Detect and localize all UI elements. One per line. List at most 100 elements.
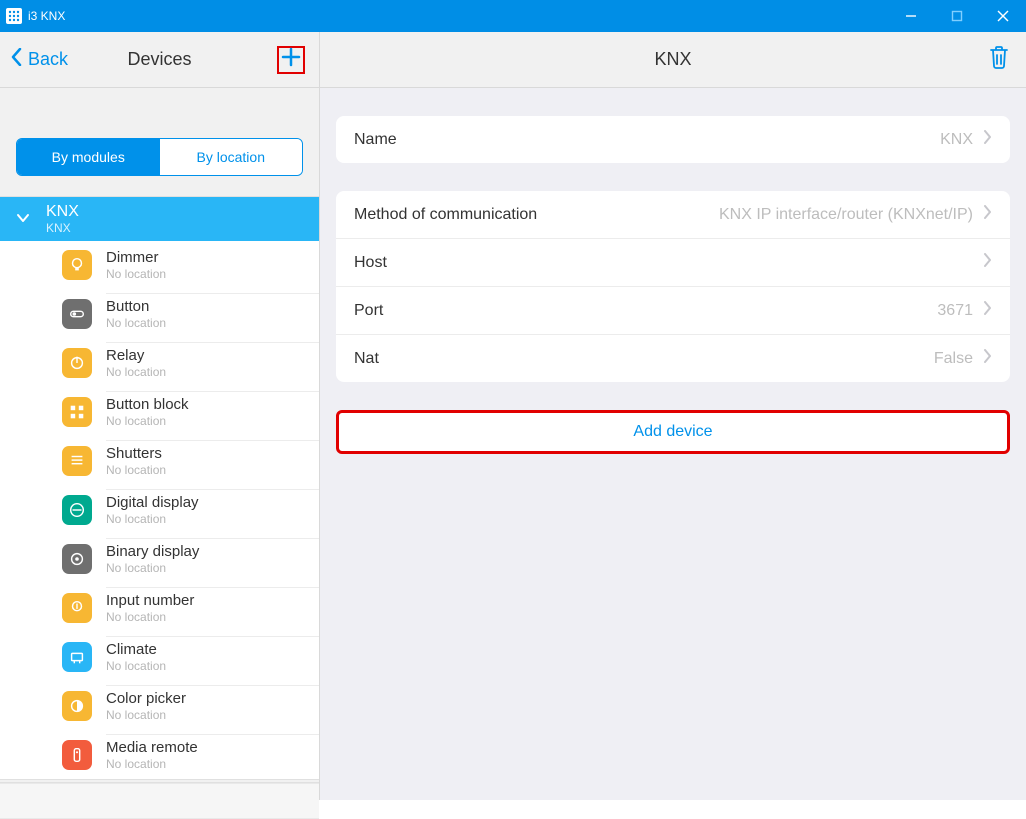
list-item[interactable]: ClimateNo location — [0, 632, 319, 681]
grid-icon — [62, 397, 92, 427]
row-nat-label: Nat — [354, 350, 379, 368]
delete-button[interactable] — [988, 44, 1010, 75]
row-nat-value-text: False — [934, 350, 973, 368]
group-texts: KNX KNX — [46, 203, 79, 235]
chevron-down-icon — [16, 210, 30, 228]
input-icon — [62, 593, 92, 623]
relay-icon — [62, 348, 92, 378]
toolbar: Back Devices KNX — [0, 32, 1026, 88]
content: By modules By location KNX KNX DimmerNo … — [0, 88, 1026, 800]
climate-icon — [62, 642, 92, 672]
switch-icon — [62, 299, 92, 329]
row-host[interactable]: Host — [336, 238, 1010, 286]
group-header-knx[interactable]: KNX KNX — [0, 197, 319, 241]
group-title: KNX — [46, 203, 79, 221]
list-item-subtitle: No location — [106, 610, 319, 624]
list-item[interactable]: Button blockNo location — [0, 387, 319, 436]
window-title: i3 KNX — [28, 9, 65, 23]
row-name[interactable]: Name KNX — [336, 116, 1010, 163]
list-item[interactable]: ButtonNo location — [0, 289, 319, 338]
card-connection: Method of communication KNX IP interface… — [336, 191, 1010, 382]
window-maximize-button[interactable] — [934, 0, 980, 32]
shutter-icon — [62, 446, 92, 476]
list-item[interactable]: ShuttersNo location — [0, 436, 319, 485]
list-item-title: Digital display — [106, 494, 319, 512]
row-host-value — [973, 253, 992, 272]
sidebar-footer-strip — [0, 783, 319, 819]
list-item-texts: RelayNo location — [106, 342, 319, 383]
window-close-button[interactable] — [980, 0, 1026, 32]
row-port-label: Port — [354, 302, 383, 320]
window-titlebar: i3 KNX — [0, 0, 1026, 32]
list-item-title: Color picker — [106, 690, 319, 708]
list-item-texts: Digital displayNo location — [106, 489, 319, 530]
list-item-subtitle: No location — [106, 659, 319, 673]
list-item-subtitle: No location — [106, 267, 319, 281]
list-item-texts: Media remoteNo location — [106, 734, 319, 775]
list-item-subtitle: No location — [106, 561, 319, 575]
row-host-label: Host — [354, 254, 387, 272]
list-item-texts: ButtonNo location — [106, 293, 319, 334]
main-panel: Name KNX Method of communication KNX IP … — [320, 88, 1026, 800]
segmented-control: By modules By location — [16, 138, 303, 176]
list-item-texts: Input numberNo location — [106, 587, 319, 628]
list-item-title: Input number — [106, 592, 319, 610]
chevron-right-icon — [983, 130, 992, 149]
list-item-texts: Color pickerNo location — [106, 685, 319, 726]
card-name: Name KNX — [336, 116, 1010, 163]
tab-by-location[interactable]: By location — [160, 139, 303, 175]
list-item-title: Dimmer — [106, 249, 319, 267]
list-item-texts: Binary displayNo location — [106, 538, 319, 579]
list-item[interactable]: Color pickerNo location — [0, 681, 319, 730]
list-item-subtitle: No location — [106, 414, 319, 428]
list-item[interactable]: Media remoteNo location — [0, 730, 319, 779]
chevron-left-icon — [10, 48, 24, 71]
color-icon — [62, 691, 92, 721]
sidebar-title: Devices — [127, 49, 191, 70]
list-item[interactable]: Input numberNo location — [0, 583, 319, 632]
list-item-title: Binary display — [106, 543, 319, 561]
back-button[interactable]: Back — [0, 48, 68, 71]
add-device-button[interactable]: Add device — [336, 410, 1010, 454]
row-name-label: Name — [354, 131, 397, 149]
list-item-title: Relay — [106, 347, 319, 365]
list-item-subtitle: No location — [106, 512, 319, 526]
list-item-title: Climate — [106, 641, 319, 659]
list-item-title: Shutters — [106, 445, 319, 463]
chevron-right-icon — [983, 301, 992, 320]
titlebar-left: i3 KNX — [0, 8, 65, 24]
add-button[interactable] — [277, 46, 305, 74]
list-item[interactable]: DimmerNo location — [0, 241, 319, 289]
tab-by-modules[interactable]: By modules — [17, 139, 160, 175]
bulb-icon — [62, 250, 92, 280]
row-nat-value: False — [934, 349, 992, 368]
trash-icon — [988, 57, 1010, 74]
plus-icon — [280, 46, 302, 73]
row-method-label: Method of communication — [354, 206, 537, 224]
window-minimize-button[interactable] — [888, 0, 934, 32]
window-controls — [888, 0, 1026, 32]
sidebar: By modules By location KNX KNX DimmerNo … — [0, 88, 320, 800]
list-item[interactable]: RelayNo location — [0, 338, 319, 387]
row-name-value-text: KNX — [940, 131, 973, 149]
segmented-control-wrap: By modules By location — [0, 88, 319, 196]
list-item-texts: Button blockNo location — [106, 391, 319, 432]
chevron-right-icon — [983, 253, 992, 272]
list-item-subtitle: No location — [106, 365, 319, 379]
list-item-subtitle: No location — [106, 316, 319, 330]
row-method-value: KNX IP interface/router (KNXnet/IP) — [719, 205, 992, 224]
list-item-subtitle: No location — [106, 463, 319, 477]
list-item-texts: ShuttersNo location — [106, 440, 319, 481]
toolbar-left: Back Devices — [0, 32, 320, 87]
row-method[interactable]: Method of communication KNX IP interface… — [336, 191, 1010, 238]
row-nat[interactable]: Nat False — [336, 334, 1010, 382]
list-item[interactable]: Digital displayNo location — [0, 485, 319, 534]
row-name-value: KNX — [940, 130, 992, 149]
row-port[interactable]: Port 3671 — [336, 286, 1010, 334]
list-item-title: Button — [106, 298, 319, 316]
chevron-right-icon — [983, 205, 992, 224]
list-item-subtitle: No location — [106, 708, 319, 722]
list-item[interactable]: Binary displayNo location — [0, 534, 319, 583]
toolbar-right: KNX — [320, 32, 1026, 87]
app-icon — [6, 8, 22, 24]
